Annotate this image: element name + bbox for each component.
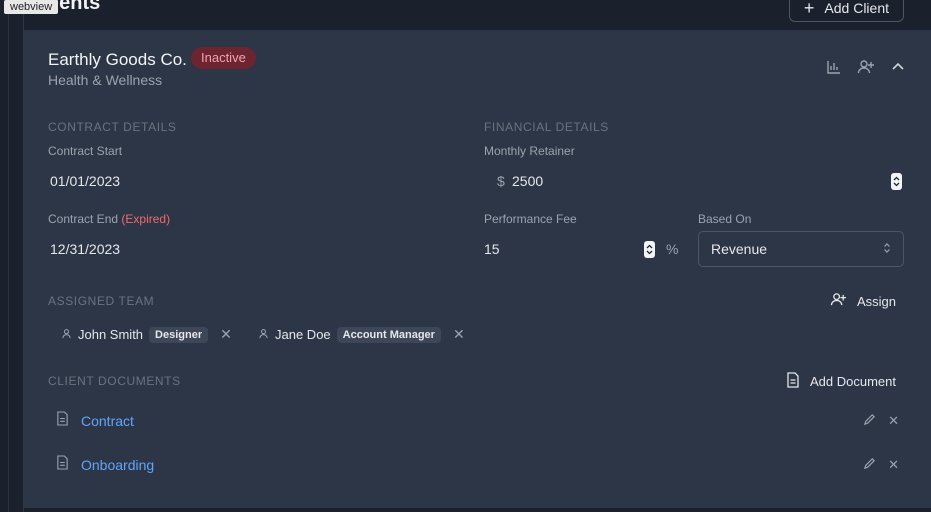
retainer-label: Monthly Retainer — [484, 144, 575, 158]
team-section-title: ASSIGNED TEAM — [48, 294, 155, 308]
document-link[interactable]: Contract — [81, 413, 134, 429]
pencil-icon[interactable] — [863, 457, 876, 473]
contract-end-field[interactable]: 12/31/2023 — [50, 241, 120, 257]
pencil-icon[interactable] — [863, 413, 876, 429]
plus-icon: + — [803, 0, 815, 18]
add-client-label: Add Client — [824, 0, 889, 16]
remove-member-icon[interactable]: ✕ — [220, 326, 232, 343]
assign-label: Assign — [856, 293, 896, 309]
financial-section-title: FINANCIAL DETAILS — [484, 120, 609, 134]
contract-end-label: Contract End — [48, 212, 119, 226]
currency-symbol: $ — [497, 173, 505, 189]
bar-chart-icon[interactable] — [825, 58, 843, 76]
delete-icon[interactable]: ✕ — [888, 457, 899, 473]
member-name: Jane Doe — [275, 327, 331, 342]
role-badge: Account Manager — [336, 326, 441, 343]
delete-icon[interactable]: ✕ — [888, 413, 899, 429]
fee-input[interactable]: 15 — [484, 241, 500, 257]
assign-button[interactable]: Assign — [830, 292, 896, 310]
document-link[interactable]: Onboarding — [81, 457, 154, 473]
retainer-input[interactable]: 2500 — [512, 173, 543, 189]
based-on-label: Based On — [698, 212, 752, 226]
based-on-select[interactable]: Revenue — [698, 231, 904, 267]
contract-section-title: CONTRACT DETAILS — [48, 120, 177, 134]
fee-stepper[interactable] — [644, 241, 655, 258]
left-rail — [0, 0, 24, 512]
add-user-icon — [830, 292, 847, 310]
team-member-chip: Jane Doe Account Manager ✕ — [258, 326, 465, 343]
contract-start-label: Contract Start — [48, 144, 123, 158]
contract-start-field[interactable]: 01/01/2023 — [50, 173, 120, 189]
add-client-button[interactable]: + Add Client — [788, 0, 904, 22]
retainer-stepper[interactable] — [891, 173, 902, 190]
status-badge: Inactive — [191, 47, 256, 69]
add-document-button[interactable]: Add Document — [786, 372, 896, 391]
contract-end-label-row: Contract End (Expired) — [48, 212, 170, 226]
documents-section-title: CLIENT DOCUMENTS — [48, 374, 181, 388]
team-member-chip: John Smith Designer ✕ — [61, 326, 232, 343]
client-category: Health & Wellness — [48, 72, 163, 88]
add-document-label: Add Document — [810, 374, 896, 389]
chevron-updown-icon — [883, 241, 891, 257]
document-icon — [56, 455, 69, 475]
bottom-strip — [24, 508, 931, 512]
webview-tag: webview — [4, 0, 59, 14]
add-user-icon[interactable] — [857, 58, 875, 76]
client-card: Earthly Goods Co. Inactive Health & Well… — [24, 30, 931, 508]
member-name: John Smith — [78, 327, 144, 342]
document-icon — [56, 411, 69, 431]
fee-unit: % — [666, 241, 679, 257]
document-icon — [786, 372, 800, 391]
user-icon — [61, 327, 72, 342]
role-badge: Designer — [149, 326, 209, 343]
document-actions: ✕ — [863, 413, 899, 429]
based-on-value: Revenue — [711, 241, 768, 257]
document-row: Contract — [56, 411, 134, 431]
card-header-actions — [825, 58, 907, 76]
fee-label: Performance Fee — [484, 212, 577, 226]
document-row: Onboarding — [56, 455, 154, 475]
document-actions: ✕ — [863, 457, 899, 473]
chevron-up-icon[interactable] — [889, 58, 907, 76]
user-icon — [258, 327, 269, 342]
client-name: Earthly Goods Co. — [48, 50, 187, 69]
expired-tag: (Expired) — [121, 212, 171, 226]
remove-member-icon[interactable]: ✕ — [453, 326, 465, 343]
